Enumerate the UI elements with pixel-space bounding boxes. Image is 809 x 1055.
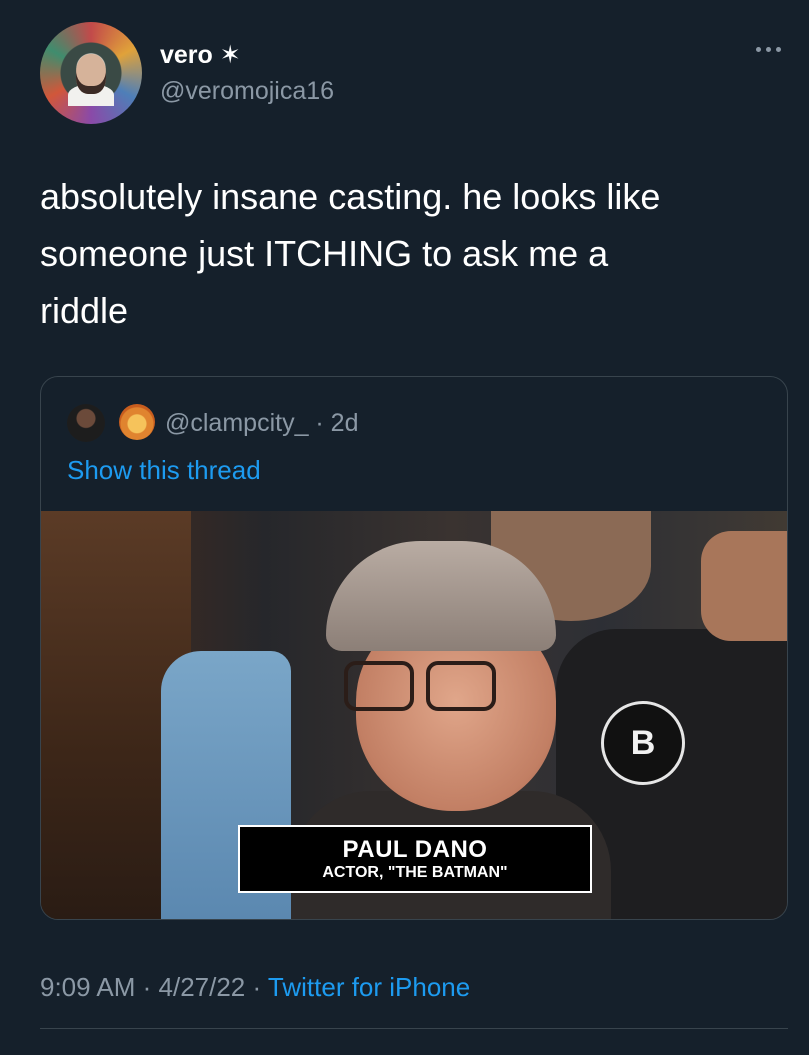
quoted-tweet-card[interactable]: @clampcity_ · 2d Show this thread B PAUL…	[40, 376, 788, 920]
separator: ·	[245, 972, 268, 1002]
avatar-face	[76, 54, 106, 94]
tweet-source-link[interactable]: Twitter for iPhone	[268, 972, 470, 1002]
caption-title: ACTOR, "THE BATMAN"	[322, 863, 508, 881]
quoted-photo[interactable]: B PAUL DANO ACTOR, "THE BATMAN"	[41, 511, 787, 919]
separator: ·	[135, 972, 159, 1002]
tweet-time[interactable]: 9:09 AM	[40, 972, 135, 1002]
more-dot	[775, 46, 781, 52]
more-dot	[755, 46, 761, 52]
tweet-date[interactable]: 4/27/22	[159, 972, 246, 1002]
tweet: vero ✶ @veromojica16 absolutely insane c…	[0, 0, 809, 1055]
background-arm	[701, 531, 787, 641]
caption-name: PAUL DANO	[342, 835, 488, 863]
tweet-text: absolutely insane casting. he looks like…	[40, 176, 661, 331]
quoted-author-avatar[interactable]	[67, 404, 105, 442]
show-thread-link[interactable]: Show this thread	[67, 455, 261, 486]
author-avatar[interactable]	[40, 22, 142, 124]
quoted-avatars	[67, 404, 155, 442]
more-dot	[765, 46, 771, 52]
more-options-icon[interactable]	[752, 40, 784, 58]
divider	[40, 1028, 788, 1029]
glasses-right-lens	[426, 661, 496, 711]
quoted-handle-time[interactable]: @clampcity_ · 2d	[165, 409, 359, 438]
tweet-timestamp: 9:09 AM · 4/27/22 · Twitter for iPhone	[40, 972, 470, 1003]
glasses-left-lens	[344, 661, 414, 711]
broadcast-caption: PAUL DANO ACTOR, "THE BATMAN"	[238, 825, 592, 893]
author-handle[interactable]: @veromojica16	[160, 77, 334, 106]
author-display-name[interactable]: vero ✶	[160, 40, 241, 70]
lion-emoji-avatar	[119, 404, 155, 440]
nets-logo-icon: B	[601, 701, 685, 785]
